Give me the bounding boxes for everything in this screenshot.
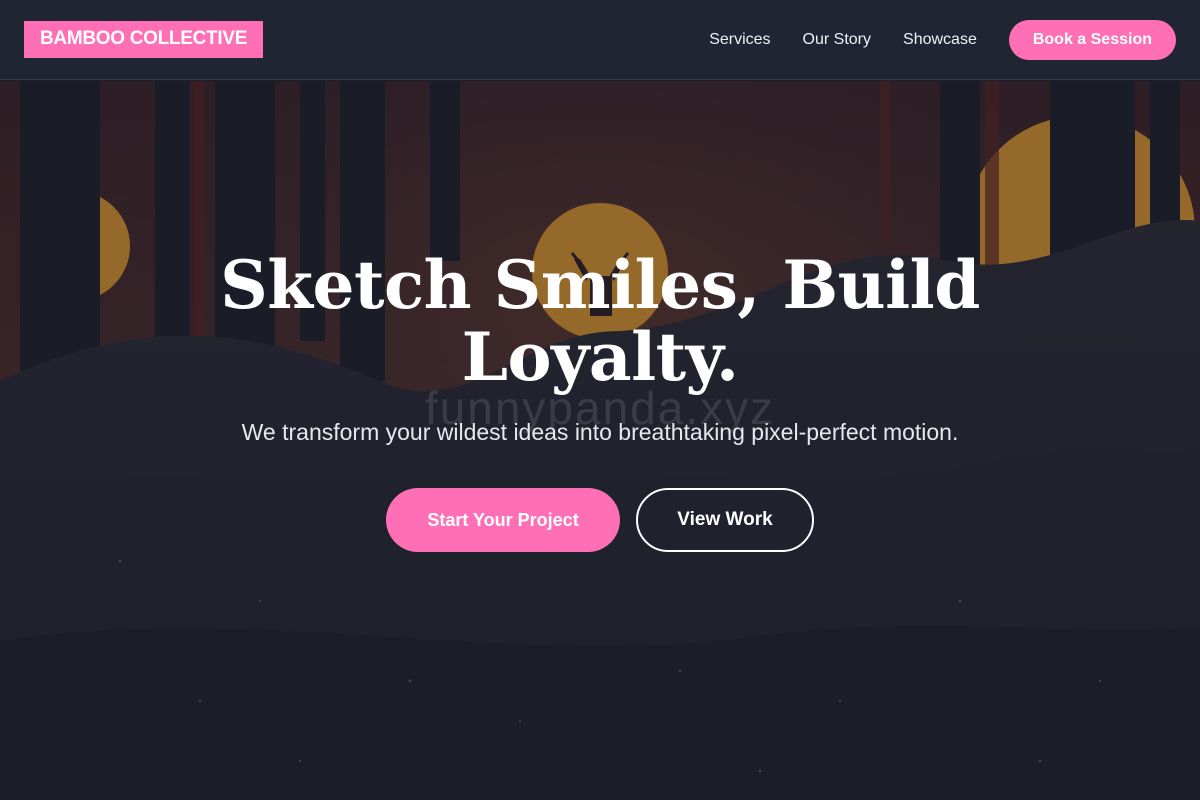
hero-headline: Sketch Smiles, Build Loyalty. [220,246,980,396]
book-session-button[interactable]: Book a Session [1008,19,1176,60]
hero-subheadline: We transform your wildest ideas into bre… [241,419,959,445]
nav-link-our-story[interactable]: Our Story [803,31,871,49]
view-work-button[interactable]: View Work [636,488,814,552]
main-nav: Services Our Story Showcase Book a Sessi… [709,19,1176,60]
nav-link-services[interactable]: Services [709,31,770,49]
brand-logo[interactable]: BAMBOO COLLECTIVE [24,21,264,58]
hero-cta-group: Start Your Project View Work [0,488,1200,552]
site-header: BAMBOO COLLECTIVE Services Our Story Sho… [0,0,1200,80]
nav-link-showcase[interactable]: Showcase [903,31,977,49]
start-project-button[interactable]: Start Your Project [386,488,620,552]
hero-section: funnypanda.xyz Sketch Smiles, Build Loya… [0,81,1200,800]
